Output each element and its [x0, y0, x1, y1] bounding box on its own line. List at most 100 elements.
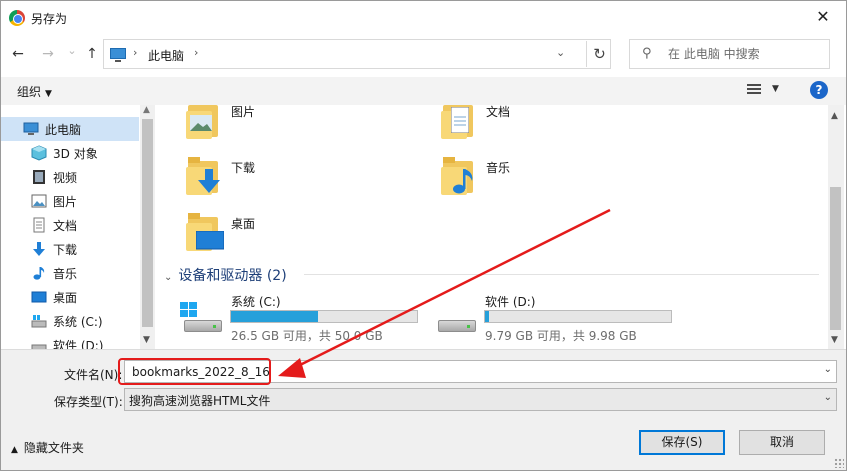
sidebar-item-label: 3D 对象 — [53, 147, 98, 161]
up-button[interactable]: ↑ — [83, 45, 101, 63]
cube-3d-icon — [31, 145, 47, 161]
sidebar-scrollbar-thumb[interactable] — [142, 119, 153, 327]
hide-folders-label: 隐藏文件夹 — [23, 441, 84, 455]
sidebar-item-drive-c[interactable]: 系统 (C:) — [1, 309, 139, 333]
address-bar[interactable]: › 此电脑 › ⌄ ↻ — [103, 39, 611, 69]
save-as-dialog: 另存为 ✕ ← → ⌄ ↑ › 此电脑 › ⌄ ↻ ⚲ 组织▼ ▼ ? — [0, 0, 847, 471]
drive-icon — [31, 315, 47, 328]
arrow-up-icon: ↑ — [86, 46, 98, 62]
sidebar-item-label: 下载 — [53, 243, 78, 257]
refresh-icon: ↻ — [593, 45, 606, 63]
drive-d-icon — [434, 302, 476, 336]
computer-icon — [110, 48, 126, 62]
folder-item-pictures[interactable] — [186, 105, 220, 139]
browser-app-icon — [9, 10, 25, 26]
sidebar-item-3d-objects[interactable]: 3D 对象 — [1, 141, 139, 165]
folder-item-documents[interactable] — [441, 105, 475, 139]
view-options-dropdown[interactable]: ▼ — [772, 84, 779, 94]
breadcrumb-separator-icon: › — [133, 46, 138, 59]
chevron-down-icon[interactable]: ⌄ — [824, 364, 832, 375]
pictures-icon — [31, 194, 47, 208]
drive-free-space: 9.79 GB 可用，共 9.98 GB — [485, 329, 637, 343]
scroll-up-icon[interactable]: ▲ — [831, 111, 838, 121]
change-view-button[interactable] — [747, 83, 763, 97]
close-button[interactable]: ✕ — [800, 1, 846, 33]
sidebar-item-downloads[interactable]: 下载 — [1, 237, 139, 261]
help-button[interactable]: ? — [810, 81, 828, 99]
breadcrumb-separator-icon: › — [194, 46, 199, 59]
sidebar-item-label: 图片 — [53, 195, 78, 209]
devices-group-title: 设备和驱动器 (2) — [178, 268, 287, 284]
scroll-down-icon[interactable]: ▼ — [143, 335, 150, 345]
chevron-down-icon: ⌄ — [67, 44, 77, 57]
drive-usage-fill — [485, 311, 489, 322]
arrow-left-icon: ← — [12, 46, 24, 62]
sidebar-item-videos[interactable]: 视频 — [1, 165, 139, 189]
filetype-value: 搜狗高速浏览器HTML文件 — [129, 394, 271, 408]
file-list: 图片 文档 下载 音乐 桌面 ⌄ 设备和驱动器 (2) 系统 (C:) 26.5… — [156, 105, 828, 349]
chevron-up-icon: ▲ — [11, 445, 18, 455]
scroll-down-icon[interactable]: ▼ — [831, 335, 838, 345]
save-button[interactable]: 保存(S) — [639, 430, 725, 455]
address-dropdown-icon[interactable]: ⌄ — [556, 46, 565, 59]
downloads-folder-icon — [198, 169, 220, 193]
sidebar-item-label: 音乐 — [53, 267, 78, 281]
back-button[interactable]: ← — [9, 45, 27, 63]
music-folder-icon — [453, 169, 473, 194]
sidebar-item-label: 文档 — [53, 219, 78, 233]
sidebar-item-label: 视频 — [53, 171, 78, 185]
help-icon: ? — [815, 83, 823, 97]
forward-button[interactable]: → — [39, 45, 57, 63]
folder-item-desktop[interactable] — [186, 211, 224, 251]
computer-icon — [23, 122, 39, 135]
sidebar-item-label: 桌面 — [53, 291, 78, 305]
download-icon — [33, 242, 45, 256]
cancel-button[interactable]: 取消 — [739, 430, 825, 455]
sidebar-item-music[interactable]: 音乐 — [1, 261, 139, 285]
folder-item-downloads[interactable] — [186, 155, 220, 195]
organize-menu-button[interactable]: 组织 ▼ — [17, 83, 52, 100]
video-icon — [33, 170, 45, 184]
scroll-up-icon[interactable]: ▲ — [143, 105, 150, 115]
sidebar-item-label: 此电脑 — [45, 123, 82, 137]
desktop-icon — [31, 291, 47, 303]
devices-group-header[interactable]: ⌄ 设备和驱动器 (2) — [164, 265, 287, 285]
windows-logo-icon — [180, 302, 198, 318]
content-scrollbar-thumb[interactable] — [830, 187, 841, 330]
desktop-folder-icon — [196, 231, 224, 250]
drive-usage-bar — [484, 310, 672, 323]
folder-item-music[interactable] — [441, 155, 475, 195]
sidebar-item-label: 系统 (C:) — [53, 315, 103, 329]
close-icon: ✕ — [816, 7, 830, 26]
folder-label: 音乐 — [486, 161, 511, 175]
drive-label: 软件 (D:) — [485, 295, 536, 309]
filetype-select[interactable]: 搜狗高速浏览器HTML文件 ⌄ — [124, 388, 837, 411]
folder-label: 下载 — [231, 161, 256, 175]
folder-label: 桌面 — [231, 217, 256, 231]
hide-folders-toggle[interactable]: ▲ 隐藏文件夹 — [11, 439, 84, 456]
documents-folder-icon — [451, 107, 469, 133]
sidebar-item-pictures[interactable]: 图片 — [1, 189, 139, 213]
search-box[interactable]: ⚲ — [629, 39, 830, 69]
organize-label: 组织 — [17, 85, 42, 99]
drive-usage-bar — [230, 310, 418, 323]
sidebar-item-documents[interactable]: 文档 — [1, 213, 139, 237]
window-title: 另存为 — [31, 12, 68, 26]
title-bar: 另存为 ✕ — [1, 1, 846, 35]
recent-locations-button[interactable]: ⌄ — [63, 42, 81, 60]
resize-grip[interactable] — [834, 458, 844, 468]
command-toolbar: 组织 ▼ ▼ ? — [1, 77, 846, 105]
search-input[interactable] — [666, 44, 826, 64]
sidebar-item-this-pc[interactable]: 此电脑 — [1, 117, 139, 141]
refresh-button[interactable]: ↻ — [586, 41, 612, 67]
documents-icon — [33, 217, 45, 233]
drive-label: 系统 (C:) — [231, 295, 281, 309]
breadcrumb-this-pc[interactable]: 此电脑 — [148, 47, 184, 64]
chevron-down-icon: ⌄ — [823, 392, 832, 403]
sidebar-item-desktop[interactable]: 桌面 — [1, 285, 139, 309]
filetype-label: 保存类型(T): — [54, 395, 123, 409]
folder-label: 图片 — [231, 105, 256, 119]
filename-label: 文件名(N): — [64, 368, 123, 382]
navigation-pane: 此电脑 3D 对象 视频 图片 文档 下载 音乐 桌面 系统 (C:) 软件 (… — [1, 105, 155, 353]
annotation-highlight-box — [118, 358, 271, 385]
